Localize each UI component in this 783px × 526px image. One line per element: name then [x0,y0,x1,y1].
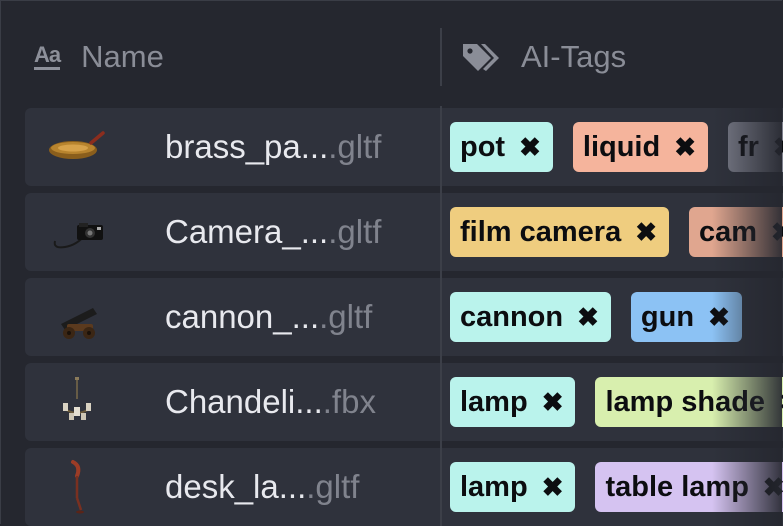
remove-tag-icon[interactable]: ✖ [542,389,564,415]
tag-chip[interactable]: pot ✖ [450,122,553,172]
chandelier-thumbnail [47,373,111,431]
file-name: brass_pa... .gltf [165,108,381,186]
tag-chip[interactable]: lamp ✖ [450,462,576,512]
remove-tag-icon[interactable]: ✖ [708,304,730,330]
remove-tag-icon[interactable]: ✖ [542,474,564,500]
remove-tag-icon[interactable]: ✖ [635,219,657,245]
tag-label: liquid [582,130,661,163]
tag-label: fr [738,130,759,163]
tag-chip[interactable]: liquid ✖ [572,122,709,172]
tag-chip[interactable]: cannon ✖ [450,292,611,342]
file-name-base: desk_la... [165,468,307,505]
tag-label: table lamp [605,470,749,503]
file-name-base: cannon_... [165,298,320,335]
file-name: cannon_... .gltf [165,278,372,356]
file-extension: .gltf [306,468,360,505]
tag-label: gun [640,300,695,333]
remove-tag-icon[interactable]: ✖ [519,134,541,160]
file-extension: .fbx [322,383,376,420]
remove-tag-icon[interactable]: ✖ [763,474,783,500]
tag-chip[interactable]: film camera ✖ [450,207,669,257]
table-row[interactable]: Chandeli....fbx lamp ✖ lamp shade ✖ [25,363,783,441]
tag-label: lamp [460,385,528,418]
remove-tag-icon[interactable]: ✖ [779,389,783,415]
tag-chip[interactable]: lamp shade ✖ [595,377,783,427]
column-divider-body [440,106,442,526]
tag-list: pot ✖ liquid ✖ fr ✖ [450,122,783,172]
file-name: desk_la... .gltf [165,448,359,526]
tag-label: cam [699,215,758,248]
tag-list: film camera ✖ cam ✖ [450,207,783,257]
tag-label: lamp [460,470,528,503]
file-name-base: brass_pa... [165,128,329,165]
table-row[interactable]: Camera_... .gltf film camera ✖ cam ✖ [25,193,783,271]
tag-chip[interactable]: cam ✖ [689,207,783,257]
cannon-thumbnail [47,288,111,346]
file-name-base: Chandeli... [165,383,323,420]
tag-label: film camera [460,215,622,248]
tag-chip[interactable]: fr ✖ [728,122,783,172]
table-row[interactable]: desk_la... .gltf lamp ✖ table lamp ✖ [25,448,783,526]
file-extension: .gltf [328,213,382,250]
camera-thumbnail [47,203,111,261]
tag-chip[interactable]: lamp ✖ [450,377,576,427]
remove-tag-icon[interactable]: ✖ [674,134,696,160]
table-row[interactable]: cannon_... .gltf cannon ✖ gun ✖ [25,278,783,356]
column-header-ai-tags[interactable]: AI-Tags [461,37,626,77]
tag-label: lamp shade [605,385,766,418]
column-divider[interactable] [440,28,442,86]
remove-tag-icon[interactable]: ✖ [577,304,599,330]
tag-chip[interactable]: gun ✖ [630,292,742,342]
remove-tag-icon[interactable]: ✖ [773,134,783,160]
text-aa-icon: Aa [34,44,61,70]
remove-tag-icon[interactable]: ✖ [771,219,783,245]
column-header-name[interactable]: Aa Name [34,37,164,77]
file-name-base: Camera_... [165,213,329,250]
file-name: Chandeli... .fbx [165,363,376,441]
tag-icon [463,44,499,71]
tag-list: lamp ✖ lamp shade ✖ [450,377,783,427]
table-header: Aa Name AI-Tags [1,1,783,106]
column-header-ai-tags-label: AI-Tags [521,39,627,74]
file-name: Camera_... .gltf [165,193,381,271]
tag-label: cannon [460,300,564,333]
file-extension: .gltf [319,298,373,335]
file-extension: .gltf [328,128,382,165]
tag-list: cannon ✖ gun ✖ [450,292,742,342]
table-row[interactable]: brass_pa....gltf pot ✖ liquid ✖ fr ✖ [25,108,783,186]
tag-label: pot [460,130,506,163]
asset-table: Aa Name AI-Tags brass_pa... .gltf pot ✖ liqu… [0,0,783,526]
tag-list: lamp ✖ table lamp ✖ [450,462,783,512]
frying-pan-thumbnail [47,118,111,176]
desk-lamp-thumbnail [47,458,111,516]
column-header-name-label: Name [81,39,164,74]
tag-chip[interactable]: table lamp ✖ [595,462,783,512]
